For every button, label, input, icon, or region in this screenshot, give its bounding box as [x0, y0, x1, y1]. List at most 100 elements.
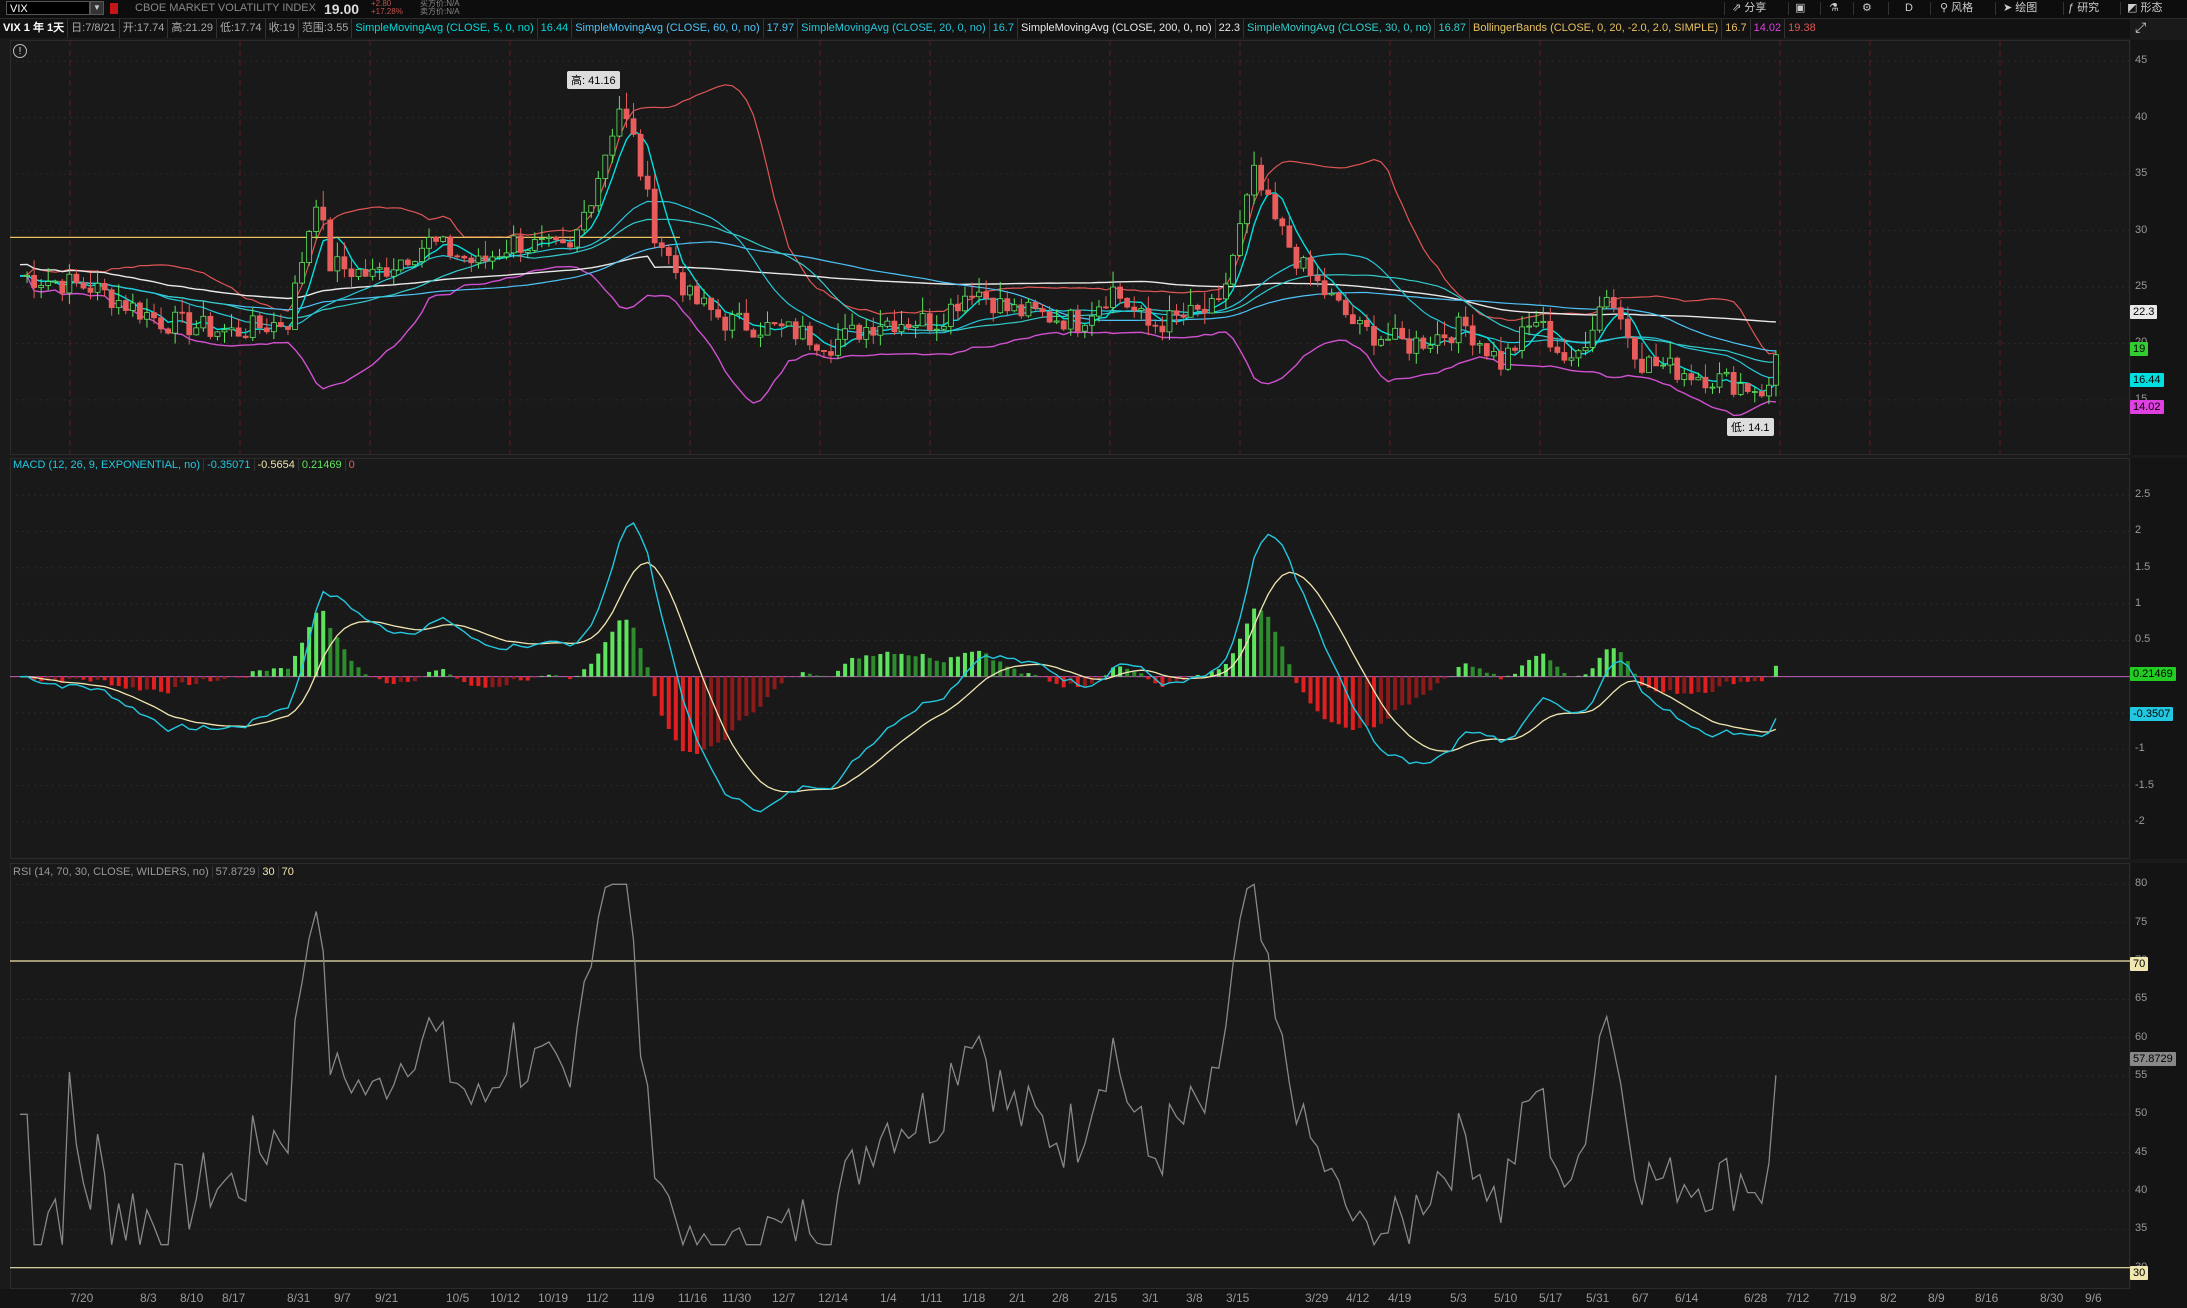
macd-histogram-bar [1541, 653, 1546, 677]
patterns-button[interactable]: ◩ 形态 [2127, 1, 2162, 16]
candle-body [1089, 315, 1095, 326]
price-chart[interactable] [10, 40, 2130, 455]
candle-body [835, 338, 841, 356]
macd-histogram-bar [546, 674, 551, 677]
macd-histogram-bar [807, 673, 812, 677]
candle-body [1201, 308, 1208, 314]
candle-body [574, 229, 581, 248]
candle-body [1314, 275, 1321, 282]
macd-histogram-bar [243, 676, 248, 678]
macd-histogram-bar [1287, 664, 1292, 677]
chart-title[interactable]: VIX 1 年 1天 [0, 19, 69, 38]
candle-body [757, 334, 764, 338]
candle-body [813, 344, 820, 351]
candle-body [1681, 373, 1688, 380]
macd-histogram-bar [53, 676, 58, 681]
candle-body [919, 313, 926, 327]
rsi-chart[interactable] [10, 863, 2130, 1289]
macd-histogram-bar [370, 676, 375, 678]
share-label: 分享 [1744, 2, 1767, 14]
candle-body [891, 320, 898, 333]
macd-histogram-bar [1280, 646, 1285, 677]
candle-body [1427, 344, 1434, 349]
candle-body [454, 255, 461, 258]
candle-body [560, 239, 566, 244]
candle-body [1765, 384, 1772, 397]
sma30-label[interactable]: SimpleMovingAvg (CLOSE, 30, 0, no) [1244, 19, 1436, 38]
macd-histogram-bar [391, 676, 396, 685]
macd-histogram-bar [582, 669, 587, 677]
bollinger-mid-value: 16.7 [1722, 19, 1751, 38]
macd-histogram-bar [680, 676, 685, 752]
macd-histogram-bar [264, 670, 269, 677]
high-label: 高: 41.16 [567, 71, 620, 89]
studies-button[interactable]: ƒ 研究 [2068, 1, 2099, 16]
macd-chart[interactable] [10, 458, 2130, 859]
aggregation-button[interactable]: D [1905, 1, 1913, 16]
macd-histogram-bar [1583, 674, 1588, 677]
link-color-icon[interactable] [110, 3, 118, 14]
sma200-label[interactable]: SimpleMovingAvg (CLOSE, 200, 0, no) [1018, 19, 1216, 38]
toolbar-divider [1930, 2, 1931, 15]
candle-body [1272, 194, 1279, 220]
candle-body [334, 256, 341, 272]
candle-body [736, 312, 743, 316]
sma5-label[interactable]: SimpleMovingAvg (CLOSE, 5, 0, no) [352, 19, 538, 38]
sma20-label[interactable]: SimpleMovingAvg (CLOSE, 20, 0, no) [798, 19, 990, 38]
macd-histogram-bar [293, 655, 298, 677]
style-button[interactable]: ⚲ 风格 [1940, 1, 1973, 16]
share-button[interactable]: ⇗ 分享 [1732, 1, 1766, 16]
macd-histogram-bar [398, 676, 403, 682]
macd-histogram-bar [913, 656, 918, 677]
candle-body [743, 312, 750, 331]
toolbar-divider [1888, 2, 1889, 15]
sma30-line [19, 218, 1776, 363]
candle-body [94, 283, 101, 293]
macd-histogram-bar [1745, 676, 1750, 682]
macd-histogram-bar [1393, 676, 1398, 710]
candle-body [898, 324, 905, 333]
macd-histogram-bar [589, 663, 594, 677]
chevron-down-icon[interactable]: ▼ [90, 1, 104, 15]
sma60-label[interactable]: SimpleMovingAvg (CLOSE, 60, 0, no) [572, 19, 764, 38]
studies-label: 研究 [2077, 2, 2100, 14]
macd-histogram-bar [201, 676, 206, 680]
expand-icon[interactable]: ⤢ [2135, 19, 2147, 36]
time-axis-tick: 5/17 [1539, 1291, 1563, 1305]
macd-histogram-bar [652, 676, 657, 697]
candle-body [1462, 316, 1469, 327]
symbol-input[interactable]: VIX [6, 1, 90, 15]
macd-histogram-bar [1710, 676, 1715, 692]
candle-body [1025, 301, 1032, 317]
drawing-button[interactable]: ➤ 绘图 [2003, 1, 2037, 16]
macd-histogram-bar [1766, 676, 1771, 678]
macd-histogram-bar [1407, 676, 1412, 705]
macd-axis-tick: 1.5 [2135, 560, 2151, 573]
flask-button[interactable]: ⚗ [1829, 1, 1839, 16]
macd-histogram-bar [624, 619, 629, 677]
candle-body [1222, 283, 1229, 300]
time-axis-tick: 10/5 [446, 1291, 470, 1305]
candle-body [1554, 346, 1561, 353]
candle-body [419, 247, 425, 262]
candle-body [1321, 280, 1328, 296]
time-axis-tick: 7/20 [70, 1291, 94, 1305]
rsi-axis-tick: 45 [2135, 1145, 2148, 1158]
macd-axis [2131, 458, 2187, 859]
macd-histogram-bar [285, 668, 290, 677]
bollinger-label[interactable]: BollingerBands (CLOSE, 0, 20, -2.0, 2.0,… [1470, 19, 1723, 38]
rsi-axis-tick: 75 [2135, 915, 2148, 928]
candle-body [602, 154, 609, 179]
macd-histogram-bar [95, 676, 100, 680]
macd-histogram-bar [159, 676, 164, 692]
macd-histogram-bar [659, 676, 664, 716]
settings-button[interactable]: ⚙ [1862, 1, 1872, 16]
sma60-line [19, 241, 1776, 352]
candle-body [383, 267, 390, 277]
macd-histogram-bar [1618, 652, 1623, 677]
screenshot-button[interactable]: ▣ [1795, 1, 1805, 16]
time-axis-tick: 1/18 [962, 1291, 986, 1305]
macd-axis-tick: -1 [2135, 742, 2145, 755]
candle-body [1349, 314, 1356, 325]
macd-histogram-bar [384, 676, 389, 684]
